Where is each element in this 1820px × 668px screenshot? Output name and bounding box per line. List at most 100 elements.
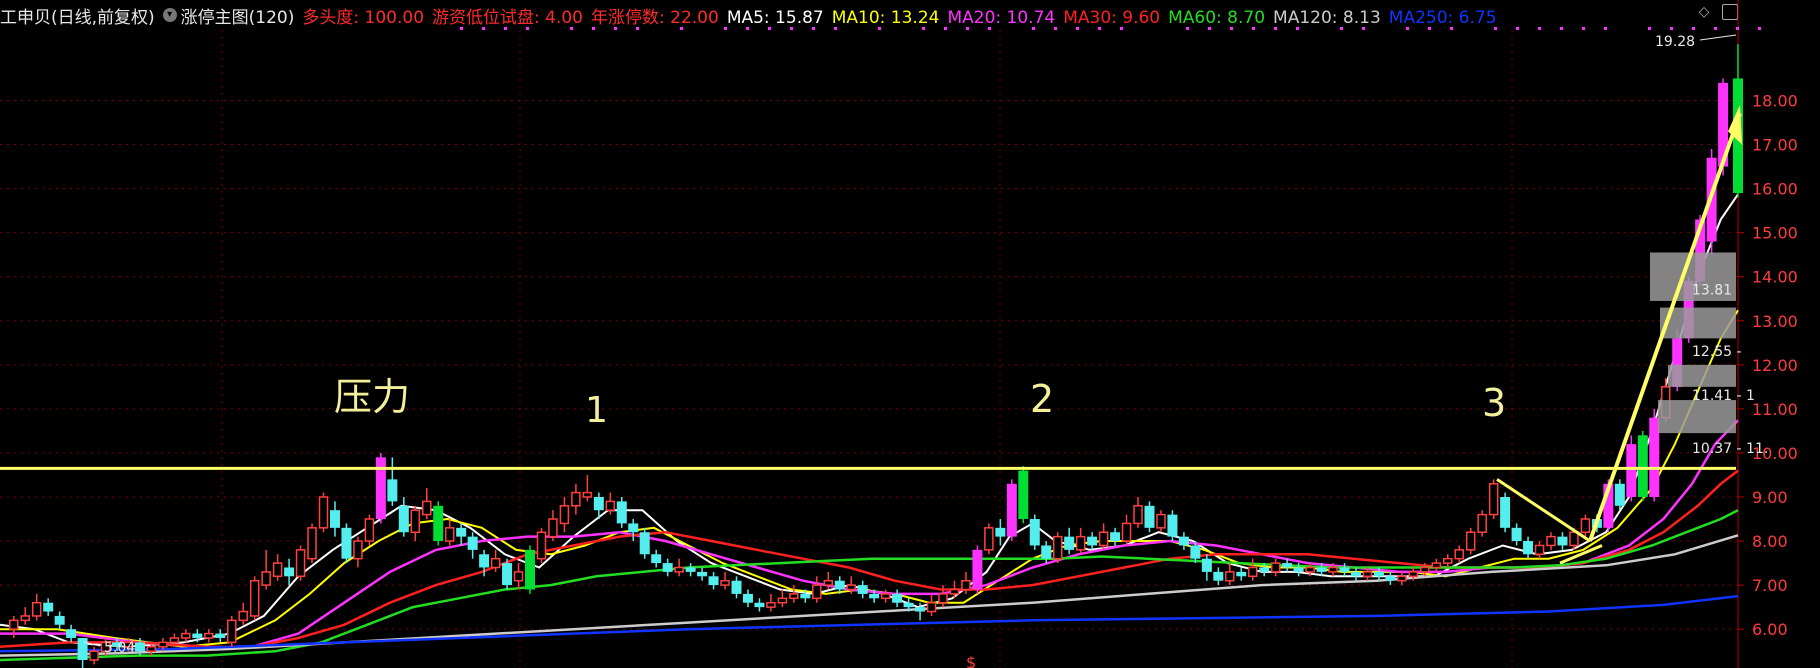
candle-body: [1225, 571, 1235, 582]
signal-dot: [1670, 27, 1673, 30]
candle-body: [708, 576, 719, 586]
candle-body: [1477, 513, 1487, 533]
candle-body: [444, 527, 455, 542]
candle-body: [1637, 435, 1648, 497]
candle-body: [1431, 562, 1442, 569]
candle-body: [1201, 558, 1212, 572]
candle-body: [398, 505, 409, 533]
candle-body: [639, 532, 650, 555]
candle-body: [1373, 571, 1384, 577]
signal-dot: [790, 27, 793, 30]
candle-body: [146, 646, 157, 652]
candle-body: [662, 563, 673, 572]
candle-body: [1465, 531, 1476, 551]
candle-body: [582, 491, 593, 498]
signal-dot: [834, 27, 837, 30]
candle-body: [456, 527, 467, 537]
signal-dot: [1032, 27, 1035, 30]
chip-level-label: 10.37 - 11.: [1692, 441, 1768, 457]
chip-level-label: 12.55 -: [1692, 344, 1742, 360]
signal-dot: [1450, 27, 1453, 30]
candle-body: [284, 567, 295, 577]
signal-dot: [768, 27, 771, 30]
candle-body: [834, 580, 845, 590]
candle-body: [1454, 549, 1464, 560]
candle-body: [422, 500, 432, 516]
candle-body: [754, 602, 765, 608]
chip-level-label: 13.81: [1692, 282, 1732, 298]
signal-dot: [1758, 27, 1761, 30]
candle-body: [387, 479, 398, 502]
candle-body: [1236, 571, 1247, 577]
signal-dot: [636, 27, 639, 30]
signal-dot: [1692, 27, 1695, 30]
y-tick-label: 17.00: [1752, 136, 1798, 155]
candle-body: [674, 566, 684, 573]
candle-body: [685, 567, 696, 572]
signal-dot: [1494, 27, 1497, 30]
candle-body: [800, 593, 811, 599]
pressure-label: 压力: [334, 375, 410, 419]
candle-body: [375, 457, 386, 520]
candle-body: [364, 518, 375, 542]
candle-body: [1500, 496, 1511, 528]
mark-label-1: 1: [585, 390, 608, 431]
y-tick-label: 7.00: [1752, 576, 1788, 595]
candle-body: [1397, 575, 1407, 582]
candle-body: [605, 500, 616, 511]
candle-body: [226, 619, 237, 644]
candle-body: [1087, 536, 1098, 546]
candle-body: [341, 527, 352, 559]
signal-dot: [1186, 27, 1189, 30]
signal-dot: [614, 27, 617, 30]
candle-body: [571, 491, 581, 507]
signal-dot: [1340, 27, 1343, 30]
high-price-label: 19.28: [1655, 34, 1695, 50]
candle-body: [1282, 563, 1293, 568]
candle-body: [1270, 562, 1281, 573]
candle-body: [903, 602, 914, 608]
candle-body: [181, 632, 191, 639]
candle-body: [823, 579, 834, 586]
ma-line-ma250: [0, 594, 1739, 653]
candle-body: [1580, 518, 1591, 533]
signal-dot: [482, 27, 485, 30]
signal-dot: [504, 27, 507, 30]
signal-dot: [1714, 27, 1717, 30]
signal-dot: [1648, 27, 1651, 30]
signal-dot: [1230, 27, 1233, 30]
candle-body: [926, 601, 937, 613]
candle-body: [169, 637, 180, 644]
signal-dot: [1054, 27, 1057, 30]
candle-body: [1052, 535, 1063, 560]
trend-line: [1496, 478, 1591, 543]
y-tick-label: 15.00: [1752, 224, 1798, 243]
candle-body: [295, 549, 306, 578]
candle-body: [66, 629, 77, 638]
candle-body: [548, 518, 558, 538]
candle-body: [134, 642, 145, 652]
candle-body: [215, 633, 226, 638]
signal-dot: [944, 27, 947, 30]
y-tick-label: 6.00: [1752, 620, 1788, 639]
candle-body: [1110, 532, 1121, 542]
candle-body: [43, 602, 54, 612]
candle-body: [972, 549, 983, 590]
signal-dot: [1516, 27, 1519, 30]
candle-body: [1316, 567, 1327, 572]
candle-body: [1420, 566, 1430, 573]
high-pointer: [1699, 34, 1737, 41]
candle-body: [261, 571, 271, 586]
candle-body: [961, 579, 971, 591]
candle-body: [1534, 544, 1545, 556]
signal-dot: [1098, 27, 1101, 30]
candle-body: [353, 540, 363, 560]
candle-body: [9, 619, 19, 630]
candle-body: [1006, 483, 1017, 537]
candle-body: [742, 593, 753, 603]
candle-body: [204, 632, 214, 639]
y-tick-label: 11.00: [1752, 400, 1798, 419]
signal-dot: [922, 27, 925, 30]
candle-body: [192, 633, 203, 638]
signal-dot: [1252, 27, 1255, 30]
